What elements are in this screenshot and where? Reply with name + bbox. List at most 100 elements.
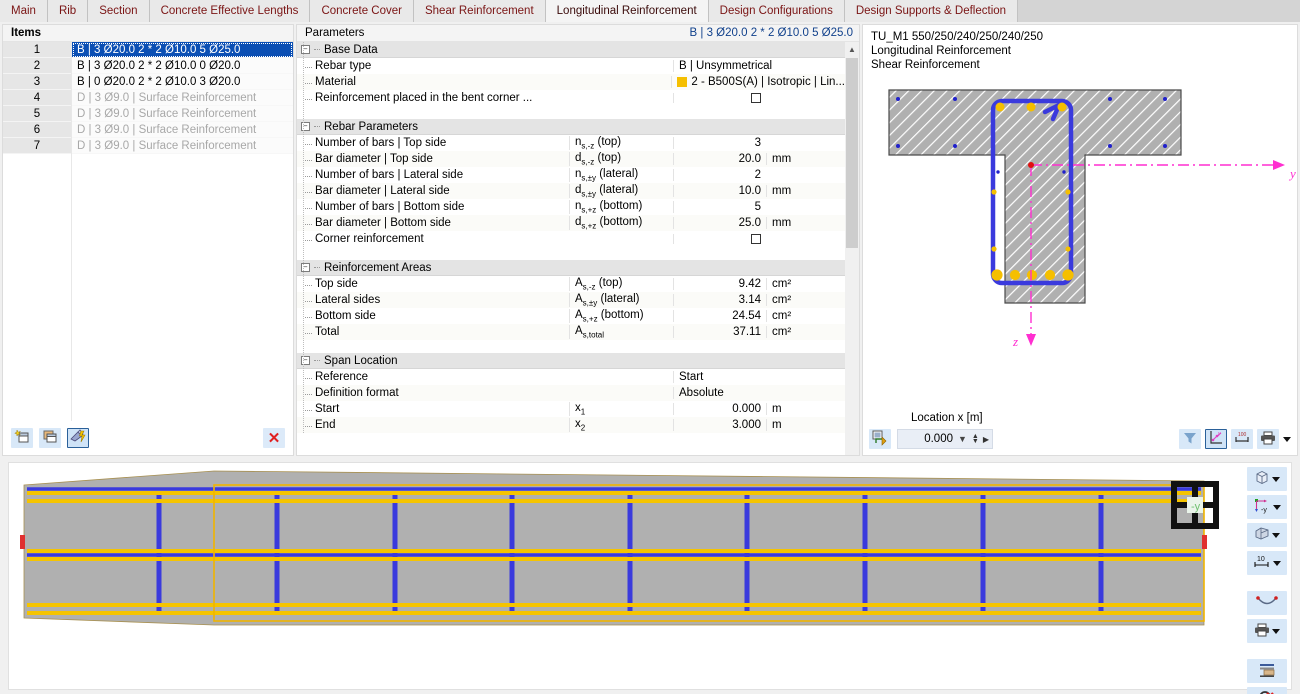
- section-drawing-canvas[interactable]: y z: [863, 72, 1297, 409]
- row-value[interactable]: B | Unsymmetrical: [673, 60, 845, 72]
- render-mode-button[interactable]: [869, 429, 891, 449]
- row-value[interactable]: 3: [673, 137, 766, 149]
- chevron-down-icon[interactable]: [1272, 476, 1280, 482]
- material-color-swatch: [677, 77, 688, 87]
- print-button[interactable]: [1257, 429, 1279, 449]
- row-value[interactable]: Absolute: [673, 387, 845, 399]
- parameters-header: Parameters B | 3 Ø20.0 2 * 2 Ø10.0 5 Ø25…: [297, 25, 859, 42]
- row-label: Bar diameter | Lateral side: [297, 185, 569, 197]
- tab-design-supports-deflection[interactable]: Design Supports & Deflection: [844, 0, 1019, 22]
- scroll-up-icon[interactable]: ▲: [845, 42, 859, 56]
- scale-button[interactable]: 10: [1247, 551, 1287, 575]
- row-value[interactable]: 5: [673, 201, 766, 213]
- parameters-scrollbar[interactable]: ▲ ▼: [845, 42, 859, 455]
- render-style-button[interactable]: [1247, 523, 1287, 547]
- table-row[interactable]: Number of bars | Top side ns,-z (top) 3: [297, 135, 845, 151]
- table-row[interactable]: Reference Start: [297, 369, 845, 385]
- table-row[interactable]: End x2 3.000 m: [297, 417, 845, 433]
- chevron-down-icon[interactable]: [1272, 532, 1280, 538]
- table-row[interactable]: Corner reinforcement: [297, 231, 845, 247]
- row-unit: cm²: [766, 310, 845, 322]
- group-reinforcement-areas[interactable]: – Reinforcement Areas: [297, 260, 845, 276]
- group-span-location[interactable]: – Span Location: [297, 353, 845, 369]
- row-value[interactable]: 2 - B500S(A) | Isotropic | Lin...: [671, 76, 845, 88]
- beam-elevation-canvas[interactable]: [9, 463, 1249, 689]
- location-x-label: Location x [m]: [911, 412, 983, 424]
- location-x-input[interactable]: 0.000 ▼ ▲ ▼ ▶: [897, 429, 993, 449]
- layers-button[interactable]: [1247, 659, 1287, 683]
- print-view-button[interactable]: [1247, 619, 1287, 643]
- list-item[interactable]: D | 3 Ø9.0 | Surface Reinforcement: [72, 90, 293, 106]
- table-row[interactable]: Reinforcement placed in the bent corner …: [297, 90, 845, 106]
- row-value[interactable]: 3.000: [673, 419, 766, 431]
- table-row[interactable]: Bar diameter | Bottom side ds,+z (bottom…: [297, 215, 845, 231]
- new-item-button[interactable]: [11, 428, 33, 448]
- items-list[interactable]: 1 2 3 4 5 6 7 B | 3 Ø20.0 2 * 2 Ø10.0 5 …: [3, 42, 293, 421]
- tab-section[interactable]: Section: [88, 0, 150, 22]
- tab-concrete-cover[interactable]: Concrete Cover: [310, 0, 414, 22]
- tab-design-configurations[interactable]: Design Configurations: [708, 0, 845, 22]
- list-item[interactable]: D | 3 Ø9.0 | Surface Reinforcement: [72, 122, 293, 138]
- axis-direction-button[interactable]: -y: [1247, 495, 1287, 519]
- filter-button[interactable]: [1179, 429, 1201, 449]
- copy-item-button[interactable]: [39, 428, 61, 448]
- row-value[interactable]: 2: [673, 169, 766, 181]
- corner-reinforcement-checkbox[interactable]: [751, 234, 761, 244]
- chevron-down-icon[interactable]: [1273, 560, 1281, 566]
- axes-icon: y: [1208, 430, 1224, 449]
- tab-longitudinal-reinforcement[interactable]: Longitudinal Reinforcement: [545, 0, 709, 22]
- list-item[interactable]: B | 3 Ø20.0 2 * 2 Ø10.0 5 Ø25.0: [72, 42, 293, 58]
- toolbar-gap: [1247, 579, 1289, 587]
- table-row[interactable]: Total As,total 37.11 cm²: [297, 324, 845, 340]
- view-grid-widget[interactable]: -y: [1169, 479, 1221, 534]
- show-axes-button[interactable]: y: [1205, 429, 1227, 449]
- table-row[interactable]: Top side As,-z (top) 9.42 cm²: [297, 276, 845, 292]
- row-value[interactable]: 10.0: [673, 185, 766, 197]
- dimensions-button[interactable]: 100: [1231, 429, 1253, 449]
- bent-corner-checkbox[interactable]: [751, 93, 761, 103]
- list-item[interactable]: B | 0 Ø20.0 2 * 2 Ø10.0 3 Ø20.0: [72, 74, 293, 90]
- table-row[interactable]: Number of bars | Bottom side ns,+z (bott…: [297, 199, 845, 215]
- row-value[interactable]: 0.000: [673, 403, 766, 415]
- tree-dots: [314, 126, 320, 127]
- table-row[interactable]: Number of bars | Lateral side ns,±y (lat…: [297, 167, 845, 183]
- chevron-down-icon[interactable]: [1272, 628, 1280, 634]
- next-arrow-icon[interactable]: ▶: [983, 435, 989, 444]
- list-item[interactable]: D | 3 Ø9.0 | Surface Reinforcement: [72, 106, 293, 122]
- row-value[interactable]: Start: [673, 371, 845, 383]
- row-symbol: As,-z (top): [569, 276, 673, 292]
- group-base-data[interactable]: – Base Data: [297, 42, 845, 58]
- chevron-down-icon[interactable]: [1273, 504, 1281, 510]
- view-cube-button[interactable]: [1247, 467, 1287, 491]
- parameters-header-value: B | 3 Ø20.0 2 * 2 Ø10.0 5 Ø25.0: [689, 27, 853, 39]
- group-rebar-parameters[interactable]: – Rebar Parameters: [297, 119, 845, 135]
- list-item[interactable]: B | 3 Ø20.0 2 * 2 Ø10.0 0 Ø20.0: [72, 58, 293, 74]
- table-row[interactable]: Definition format Absolute: [297, 385, 845, 401]
- group-label: Rebar Parameters: [324, 120, 418, 133]
- row-spacer: [297, 106, 845, 119]
- table-row[interactable]: Bottom side As,+z (bottom) 24.54 cm²: [297, 308, 845, 324]
- tab-main[interactable]: Main: [0, 0, 48, 22]
- list-item[interactable]: D | 3 Ø9.0 | Surface Reinforcement: [72, 138, 293, 154]
- row-checkbox-cell[interactable]: [673, 93, 766, 103]
- table-row[interactable]: Rebar type B | Unsymmetrical: [297, 58, 845, 74]
- tab-concrete-effective-lengths[interactable]: Concrete Effective Lengths: [149, 0, 311, 22]
- tab-rib[interactable]: Rib: [47, 0, 89, 22]
- edit-item-button[interactable]: [67, 428, 89, 448]
- row-checkbox-cell[interactable]: [673, 234, 766, 244]
- scrollbar-thumb[interactable]: [846, 58, 858, 248]
- table-row[interactable]: Bar diameter | Lateral side ds,±y (later…: [297, 183, 845, 199]
- chevron-down-icon[interactable]: ▼: [958, 434, 967, 444]
- table-row[interactable]: Start x1 0.000 m: [297, 401, 845, 417]
- stepper-icon[interactable]: ▲ ▼: [972, 433, 979, 445]
- table-row[interactable]: Lateral sides As,±y (lateral) 3.14 cm²: [297, 292, 845, 308]
- deformation-button[interactable]: [1247, 591, 1287, 615]
- delete-item-button[interactable]: ✕: [263, 428, 285, 448]
- print-caret-icon[interactable]: [1283, 437, 1291, 442]
- zoom-reset-button[interactable]: [1247, 687, 1287, 694]
- row-value[interactable]: 20.0: [673, 153, 766, 165]
- table-row[interactable]: Material 2 - B500S(A) | Isotropic | Lin.…: [297, 74, 845, 90]
- row-value[interactable]: 25.0: [673, 217, 766, 229]
- tab-shear-reinforcement[interactable]: Shear Reinforcement: [413, 0, 546, 22]
- table-row[interactable]: Bar diameter | Top side ds,-z (top) 20.0…: [297, 151, 845, 167]
